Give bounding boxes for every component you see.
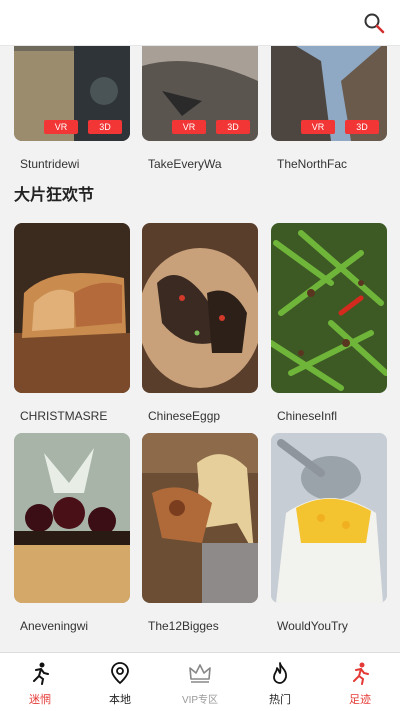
nav-item-mitang[interactable]: 迷惘 xyxy=(0,653,80,711)
nav-item-footprint[interactable]: 足迹 xyxy=(320,653,400,711)
nav-label: 本地 xyxy=(109,694,131,706)
video-card[interactable]: WouldYouTry xyxy=(271,433,387,633)
video-thumbnail[interactable]: VR 3D xyxy=(14,46,130,141)
nav-item-hot[interactable]: 热门 xyxy=(240,653,320,711)
video-caption: Aneveningwi xyxy=(20,619,89,633)
video-thumbnail[interactable]: VR 3D xyxy=(271,46,387,141)
nav-item-vip[interactable]: VIP专区 xyxy=(160,653,240,711)
vr-badge: VR xyxy=(301,120,335,134)
video-caption: Stuntridewi xyxy=(20,157,80,171)
video-thumbnail[interactable] xyxy=(271,223,387,393)
vr-badge: VR xyxy=(172,120,206,134)
video-thumbnail[interactable] xyxy=(271,433,387,603)
nav-label: 足迹 xyxy=(349,694,371,706)
video-caption: ChineseEggp xyxy=(148,409,221,423)
3d-badge: 3D xyxy=(216,120,250,134)
section-title: 大片狂欢节 xyxy=(14,185,95,204)
3d-badge: 3D xyxy=(88,120,122,134)
search-icon[interactable] xyxy=(362,11,386,35)
video-card[interactable]: VR 3D TheNorthFac xyxy=(271,46,387,171)
location-pin-icon xyxy=(108,661,132,685)
content-scroll[interactable]: VR 3D Stuntridewi VR 3D TakeEveryWa VR 3… xyxy=(0,46,400,652)
video-thumbnail[interactable] xyxy=(14,433,130,603)
video-card[interactable]: The12Bigges xyxy=(142,433,258,633)
video-thumbnail[interactable] xyxy=(142,433,258,603)
video-caption: WouldYouTry xyxy=(277,619,348,633)
footprint-runner-icon xyxy=(348,661,372,685)
video-caption: TheNorthFac xyxy=(277,157,348,171)
video-caption: ChineseInfl xyxy=(277,409,338,423)
flame-icon xyxy=(268,661,292,685)
bottom-nav: 迷惘 本地 VIP专区 热门 足迹 xyxy=(0,652,400,711)
crown-icon xyxy=(188,661,212,685)
video-thumbnail[interactable] xyxy=(14,223,130,393)
3d-badge: 3D xyxy=(345,120,379,134)
video-card[interactable]: ChineseInfl xyxy=(271,223,387,423)
video-card[interactable]: Aneveningwi xyxy=(14,433,130,633)
nav-label: 热门 xyxy=(269,694,291,706)
video-card[interactable]: CHRISTMASRE xyxy=(14,223,130,423)
nav-item-local[interactable]: 本地 xyxy=(80,653,160,711)
nav-label: 迷惘 xyxy=(29,694,51,706)
vr-badge: VR xyxy=(44,120,78,134)
top-bar xyxy=(0,0,400,46)
video-thumbnail[interactable]: VR 3D xyxy=(142,46,258,141)
nav-label: VIP专区 xyxy=(181,695,219,706)
video-caption: CHRISTMASRE xyxy=(20,409,108,423)
video-thumbnail[interactable] xyxy=(142,223,258,393)
runner-icon xyxy=(28,661,52,685)
video-card[interactable]: ChineseEggp xyxy=(142,223,258,423)
video-card[interactable]: VR 3D Stuntridewi xyxy=(14,46,130,171)
video-card[interactable]: VR 3D TakeEveryWa xyxy=(142,46,258,171)
video-caption: TakeEveryWa xyxy=(148,157,222,171)
video-caption: The12Bigges xyxy=(148,619,219,633)
